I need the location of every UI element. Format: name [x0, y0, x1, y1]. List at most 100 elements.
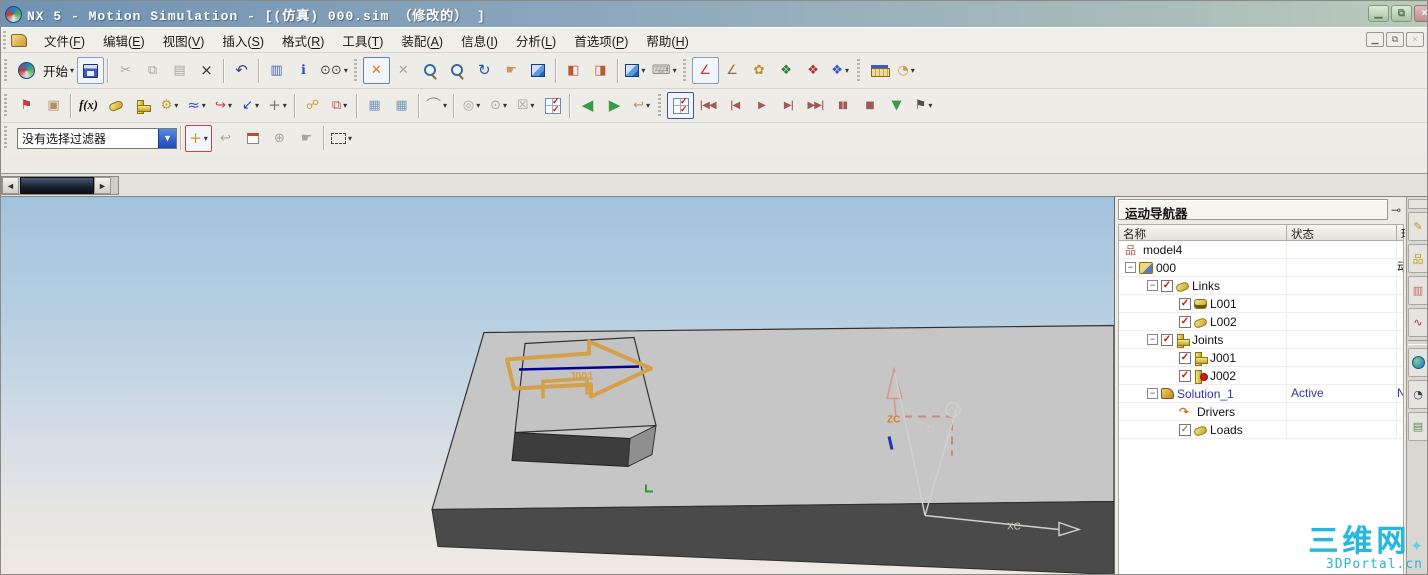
pause-button[interactable]: ▮▮ [829, 92, 856, 119]
slab-front-face[interactable] [431, 500, 1114, 575]
role-palette-button[interactable]: ✿ [746, 57, 773, 84]
menu-file[interactable]: 文件(F) [35, 28, 94, 53]
orient-csys-button[interactable]: ∠ [691, 57, 719, 84]
save-button[interactable] [77, 57, 105, 84]
measure-distance-button[interactable] [866, 57, 893, 84]
reuse-library-tab[interactable]: ▥ [1408, 276, 1427, 305]
drag-button[interactable]: ☛ [293, 125, 320, 152]
menu-information[interactable]: 信息(I) [452, 28, 507, 53]
expander-minus[interactable]: − [1125, 262, 1136, 273]
tree-row-L001[interactable]: ✓ L001 [1119, 295, 1403, 313]
selection-filter-dropdown-button[interactable]: ▼ [158, 128, 176, 148]
toolbar-grip[interactable] [4, 126, 9, 150]
assembly-navigator-tab[interactable]: ✎ [1408, 212, 1427, 241]
internet-tab[interactable] [1408, 348, 1427, 377]
tree-row-Drivers[interactable]: Drivers [1119, 403, 1403, 421]
checkbox[interactable]: ✓ [1179, 297, 1191, 310]
spreadsheet-button[interactable]: ☒ ▾ [512, 92, 539, 119]
menu-edit[interactable]: 编辑(E) [94, 28, 154, 53]
title-bar[interactable]: NX 5 - Motion Simulation - [(仿真) 000.sim… [1, 1, 1427, 27]
interference-button[interactable]: ⧉ ▾ [326, 92, 353, 119]
selection-filter-combo[interactable]: 没有选择过滤器 ▼ [17, 127, 177, 149]
rectangle-select-button[interactable]: ▾ [328, 125, 355, 152]
general-selection-button[interactable]: + ▾ [185, 124, 212, 152]
restore-button[interactable]: ⧉ [1391, 5, 1412, 22]
checkbox[interactable]: ✓ [1161, 333, 1173, 346]
zoom-in-out-button[interactable] [444, 57, 471, 84]
horizontal-scrollbar[interactable]: ◄ ► [1, 176, 119, 195]
expander-minus[interactable]: − [1147, 334, 1158, 345]
toolbar-grip[interactable] [658, 93, 664, 118]
checkbox[interactable]: ✓ [1179, 315, 1191, 328]
toolbar-grip[interactable] [682, 58, 688, 83]
joint-button[interactable] [129, 92, 156, 119]
tree-row-L002[interactable]: ✓ L002 [1119, 313, 1403, 331]
tree-row-Joints[interactable]: − ✓ Joints [1119, 331, 1403, 349]
return-to-model-button[interactable]: ↩ ▾ [628, 92, 655, 119]
start-menu-button[interactable]: 开始 ▾ [40, 57, 77, 84]
standard-views-button[interactable]: ❖ [773, 57, 800, 84]
expander-minus[interactable]: − [1147, 280, 1158, 291]
part-navigator-tab[interactable]: 品 [1408, 244, 1427, 273]
menu-assemblies[interactable]: 装配(A) [392, 28, 452, 53]
play-button[interactable]: ▶ [748, 92, 775, 119]
function-manager-button[interactable]: f(x) [75, 92, 102, 119]
tree-row-000[interactable]: − 000 动力学 [1119, 259, 1403, 277]
rotate-point-button[interactable]: ⊕ [266, 125, 293, 152]
solve-button[interactable]: ▦ [361, 92, 388, 119]
perspective-button[interactable] [525, 57, 552, 84]
next-step-button[interactable]: ▶ [601, 92, 628, 119]
finish-flag-button[interactable]: ⚑ ▾ [910, 92, 937, 119]
move-link-button[interactable]: ◧ [560, 57, 587, 84]
menu-view[interactable]: 视图(V) [154, 28, 214, 53]
menu-grip[interactable] [3, 31, 8, 49]
child-minimize-button[interactable]: ▁ [1366, 32, 1384, 47]
visualization-button[interactable]: ⌨ ▾ [649, 57, 680, 84]
rendering-style-button[interactable]: ▾ [622, 57, 649, 84]
deselect-button[interactable]: ↩ [212, 125, 239, 152]
rotate-view-button[interactable]: ↻ [471, 57, 498, 84]
animation-check-button[interactable] [667, 92, 695, 119]
menu-format[interactable]: 格式(R) [273, 28, 333, 53]
dynamic-csys-button[interactable]: ∠ [719, 57, 746, 84]
pan-view-button[interactable]: ☛ [498, 57, 525, 84]
tree-row-Loads[interactable]: ✓ Loads [1119, 421, 1403, 439]
display-properties-button[interactable]: ▥ [263, 57, 290, 84]
find-button[interactable]: ⊙⊙ ▾ [317, 57, 351, 84]
friction-button[interactable]: ☍ [299, 92, 326, 119]
load-transfer-button[interactable] [539, 92, 566, 119]
checkbox[interactable]: ✓ [1179, 351, 1191, 364]
fast-forward-button[interactable]: ▶▶| [802, 92, 829, 119]
stop-button[interactable]: ■ [856, 92, 883, 119]
toolbar-grip[interactable] [4, 93, 9, 118]
child-restore-button[interactable]: ⧉ [1386, 32, 1404, 47]
smart-move-button[interactable]: ◨ [587, 57, 614, 84]
menu-insert[interactable]: 插入(S) [213, 28, 273, 53]
view-operations-button[interactable]: ❖ [800, 57, 827, 84]
solution-manager-button[interactable]: ▦ [388, 92, 415, 119]
toolbar-grip[interactable] [856, 58, 862, 83]
step-forward-button[interactable]: ▶| [775, 92, 802, 119]
tree-row-J001[interactable]: ✓ J001 [1119, 349, 1403, 367]
xy-function-navigator-tab[interactable]: ∿ [1408, 308, 1427, 337]
menu-preferences[interactable]: 首选项(P) [565, 28, 637, 53]
roles-tab[interactable]: ▤ [1408, 412, 1427, 441]
snap-point-button[interactable] [239, 125, 266, 152]
column-header-name[interactable]: 名称 [1119, 225, 1287, 240]
toolbar-grip[interactable] [353, 58, 359, 83]
undo-button[interactable]: ↶ [228, 57, 255, 84]
link-button[interactable] [102, 92, 129, 119]
animation-control-button[interactable]: ⌒ ▾ [423, 92, 450, 119]
checkbox[interactable]: ✓ [1179, 369, 1191, 382]
step-back-button[interactable]: |◀ [721, 92, 748, 119]
tree-row-J002[interactable]: ✓ J002 [1119, 367, 1403, 385]
spring-button[interactable]: ≈ ▾ [183, 92, 210, 119]
checkbox[interactable]: ✓ [1179, 423, 1191, 436]
menu-help[interactable]: 帮助(H) [637, 28, 697, 53]
gear-button[interactable]: ⚙ ▾ [156, 92, 183, 119]
motion-environment-button[interactable]: ⚑ [13, 92, 40, 119]
scroll-left-button[interactable]: ◄ [2, 177, 19, 194]
more-views-button[interactable]: ❖ ▾ [827, 57, 854, 84]
information-button[interactable]: ℹ [290, 57, 317, 84]
measure-angle-button[interactable]: ◔ ▾ [893, 57, 920, 84]
